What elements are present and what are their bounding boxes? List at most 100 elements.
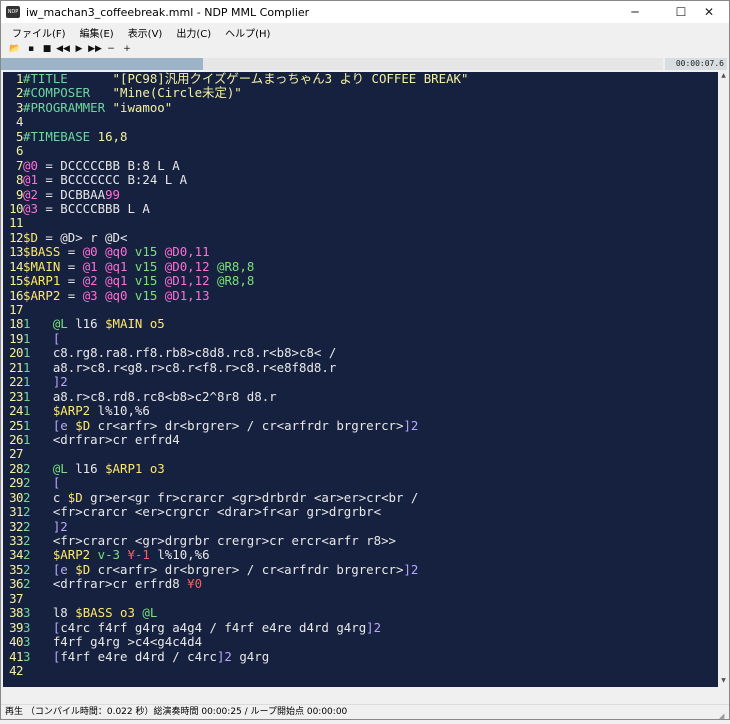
- code-token: $MAIN: [23, 258, 61, 274]
- code-line[interactable]: 32 2 ]2: [3, 518, 718, 534]
- code-line[interactable]: 15 $ARP1 = @2 @q1 v15 @D1,12 @R8,8: [3, 273, 718, 289]
- code-token: 2: [23, 489, 53, 505]
- code-line[interactable]: 28 2 @L l16 $ARP1 o3: [3, 461, 718, 476]
- code-token: ¥-1: [127, 547, 150, 563]
- code-line[interactable]: 41 3 [f4rf e4re d4rd / c4rc]2 g4rg: [3, 648, 718, 664]
- code-line[interactable]: 34 2 $ARP2 v-3 ¥-1 l%10,%6: [3, 547, 718, 562]
- save-icon[interactable]: ▪: [23, 42, 39, 56]
- code-token: 1: [23, 388, 53, 404]
- code-line[interactable]: 3 #PROGRAMMER "iwamoo": [3, 100, 718, 115]
- code-line[interactable]: 39 3 [c4rc f4rf g4rg a4g4 / f4rf e4re d4r…: [3, 619, 718, 635]
- code-line[interactable]: 38 3 l8 $BASS o3 @L: [3, 605, 718, 621]
- line-number: 23: [9, 388, 23, 404]
- resize-grip-icon[interactable]: ◢: [719, 709, 727, 720]
- code-line[interactable]: 26 1 <drfrar>cr erfrd4: [3, 432, 718, 447]
- code-line[interactable]: 30 2 c $D gr>er<gr fr>crarcr <gr>drbrdr <…: [3, 489, 718, 505]
- line-number: 1: [16, 72, 23, 86]
- play-icon[interactable]: ▶: [71, 42, 87, 56]
- code-line[interactable]: 35 2 [e $D cr<arfr> dr<brgrer> / cr<arfrd…: [3, 561, 718, 577]
- menu-edit[interactable]: 編集(E): [73, 25, 121, 40]
- line-code: 2 $ARP2 v-3 ¥-1 l%10,%6: [23, 548, 210, 562]
- rewind-icon[interactable]: ◀◀: [55, 42, 71, 56]
- code-token: 2: [23, 518, 53, 534]
- code-line[interactable]: 22 1 ]2: [3, 374, 718, 389]
- status-text: 再生 （コンパイル時間：0.022 秒）総演奏時間 00:00:25 / ループ…: [5, 707, 348, 717]
- line-code: 2 [: [23, 476, 60, 490]
- line-number: 4: [16, 114, 23, 130]
- code-editor[interactable]: 1 #TITLE "[PC98]汎用クイズゲームまっちゃん3 より COFFEE …: [3, 72, 718, 687]
- minimize-button[interactable]: ─: [615, 1, 655, 23]
- code-line[interactable]: 7 @0 = DCCCCCBB B:8 L A: [3, 157, 718, 173]
- line-number: 7: [16, 157, 23, 173]
- code-line[interactable]: 17: [3, 302, 718, 317]
- code-line[interactable]: 6: [3, 143, 718, 158]
- code-line[interactable]: 13 $BASS = @0 @q0 v15 @D0,11: [3, 244, 718, 259]
- menu-view[interactable]: 表示(V): [121, 25, 170, 40]
- title-bar[interactable]: NDP iw_machan3_coffeebreak.mml - NDP MML…: [1, 1, 729, 23]
- code-token: =: [60, 273, 83, 289]
- code-line[interactable]: 14 $MAIN = @1 @q1 v15 @D0,12 @R8,8: [3, 258, 718, 274]
- code-line[interactable]: 24 1 $ARP2 l%10,%6: [3, 403, 718, 419]
- code-line[interactable]: 18 1 @L l16 $MAIN o5: [3, 316, 718, 332]
- line-number: 8: [16, 172, 23, 188]
- code-token: 1: [23, 345, 53, 361]
- code-token: cr<arfr> dr<brgrer> / cr<arfrdr brgrercr…: [90, 561, 404, 577]
- line-code: 1 c8.rg8.ra8.rf8.rb8>c8d8.rc8.r<b8>c8< /: [23, 346, 336, 360]
- code-token: @R8,8: [209, 258, 255, 274]
- code-line[interactable]: 31 2 <fr>crarcr <er>crgrcr <drar>fr<ar gr…: [3, 504, 718, 519]
- fast-forward-icon[interactable]: ▶▶: [87, 42, 103, 56]
- code-token: [e: [52, 417, 76, 433]
- code-line[interactable]: 16 $ARP2 = @3 @q0 v15 @D1,13: [3, 287, 718, 303]
- line-number: 41: [9, 648, 23, 664]
- code-token: 1: [23, 403, 53, 419]
- line-code: $ARP1 = @2 @q1 v15 @D1,12 @R8,8: [23, 273, 254, 289]
- code-token: $MAIN: [105, 316, 143, 332]
- code-line[interactable]: 12 $D = @D> r @D<: [3, 230, 718, 245]
- code-line[interactable]: 5 #TIMEBASE 16,8: [3, 129, 718, 144]
- vertical-scrollbar[interactable]: ▲ ▼: [718, 72, 729, 687]
- plus-icon[interactable]: +: [119, 42, 135, 56]
- code-line[interactable]: 36 2 <drfrar>cr erfrd8 ¥0: [3, 576, 718, 591]
- code-line[interactable]: 8 @1 = BCCCCCCC B:24 L A: [3, 172, 718, 188]
- code-line[interactable]: 11: [3, 215, 718, 230]
- close-button[interactable]: ✕: [691, 1, 727, 23]
- code-line[interactable]: 9 @2 = DCBBAA99: [3, 187, 718, 202]
- code-line[interactable]: 19 1 [: [3, 331, 718, 346]
- scroll-down-arrow-icon[interactable]: ▼: [718, 677, 729, 687]
- code-token: @2 @q1: [82, 273, 128, 289]
- code-token: $ARP2: [23, 287, 61, 303]
- scroll-up-arrow-icon[interactable]: ▲: [718, 72, 729, 82]
- line-code: 1 ]2: [23, 374, 68, 389]
- code-line[interactable]: 2 #COMPOSER "Mine(Circle未定)": [3, 85, 718, 101]
- line-code: $D = @D> r @D<: [23, 230, 127, 245]
- code-token: ]2: [403, 561, 419, 577]
- stop-icon[interactable]: ■: [39, 42, 55, 56]
- code-token: l8: [52, 605, 76, 621]
- code-token: =: [60, 258, 83, 274]
- open-icon[interactable]: 📂: [7, 42, 23, 56]
- playback-time: 00:00:07.6: [665, 58, 727, 70]
- code-line[interactable]: 4: [3, 114, 718, 130]
- code-line[interactable]: 10 @3 = BCCCCBBB L A: [3, 201, 718, 216]
- code-line[interactable]: 42: [3, 663, 718, 678]
- code-line[interactable]: 33 2 <fr>crarcr <gr>drgrbr crergr>cr ercr…: [3, 533, 718, 548]
- menu-help[interactable]: ヘルプ(H): [218, 25, 277, 40]
- line-number: 2: [16, 85, 23, 101]
- code-line[interactable]: 20 1 c8.rg8.ra8.rf8.rb8>c8d8.rc8.r<b8>c8<…: [3, 345, 718, 360]
- line-code: 3 l8 $BASS o3 @L: [23, 605, 157, 621]
- playback-progress-track[interactable]: [1, 58, 663, 70]
- code-line[interactable]: 40 3 f4rf g4rg >c4<g4c4d4: [3, 634, 718, 649]
- code-line[interactable]: 25 1 [e $D cr<arfr> dr<brgrer> / cr<arfrd…: [3, 417, 718, 433]
- code-line[interactable]: 1 #TITLE "[PC98]汎用クイズゲームまっちゃん3 より COFFEE …: [3, 72, 718, 86]
- line-code: 2 c $D gr>er<gr fr>crarcr <gr>drbrdr <ar…: [23, 489, 418, 505]
- code-token: ]2: [366, 619, 382, 635]
- menu-output[interactable]: 出力(C): [169, 25, 218, 40]
- code-token: 1: [23, 359, 53, 375]
- code-line[interactable]: 27: [3, 446, 718, 461]
- menu-file[interactable]: ファイル(F): [5, 25, 73, 40]
- code-line[interactable]: 23 1 a8.r>c8.rd8.rc8<b8>c2^8r8 d8.r: [3, 388, 718, 404]
- code-line[interactable]: 21 1 a8.r>c8.r<g8.r>c8.r<f8.r>c8.r<e8f8d8…: [3, 359, 718, 375]
- minus-icon[interactable]: −: [103, 42, 119, 56]
- code-line[interactable]: 37: [3, 591, 718, 606]
- code-line[interactable]: 29 2 [: [3, 475, 718, 490]
